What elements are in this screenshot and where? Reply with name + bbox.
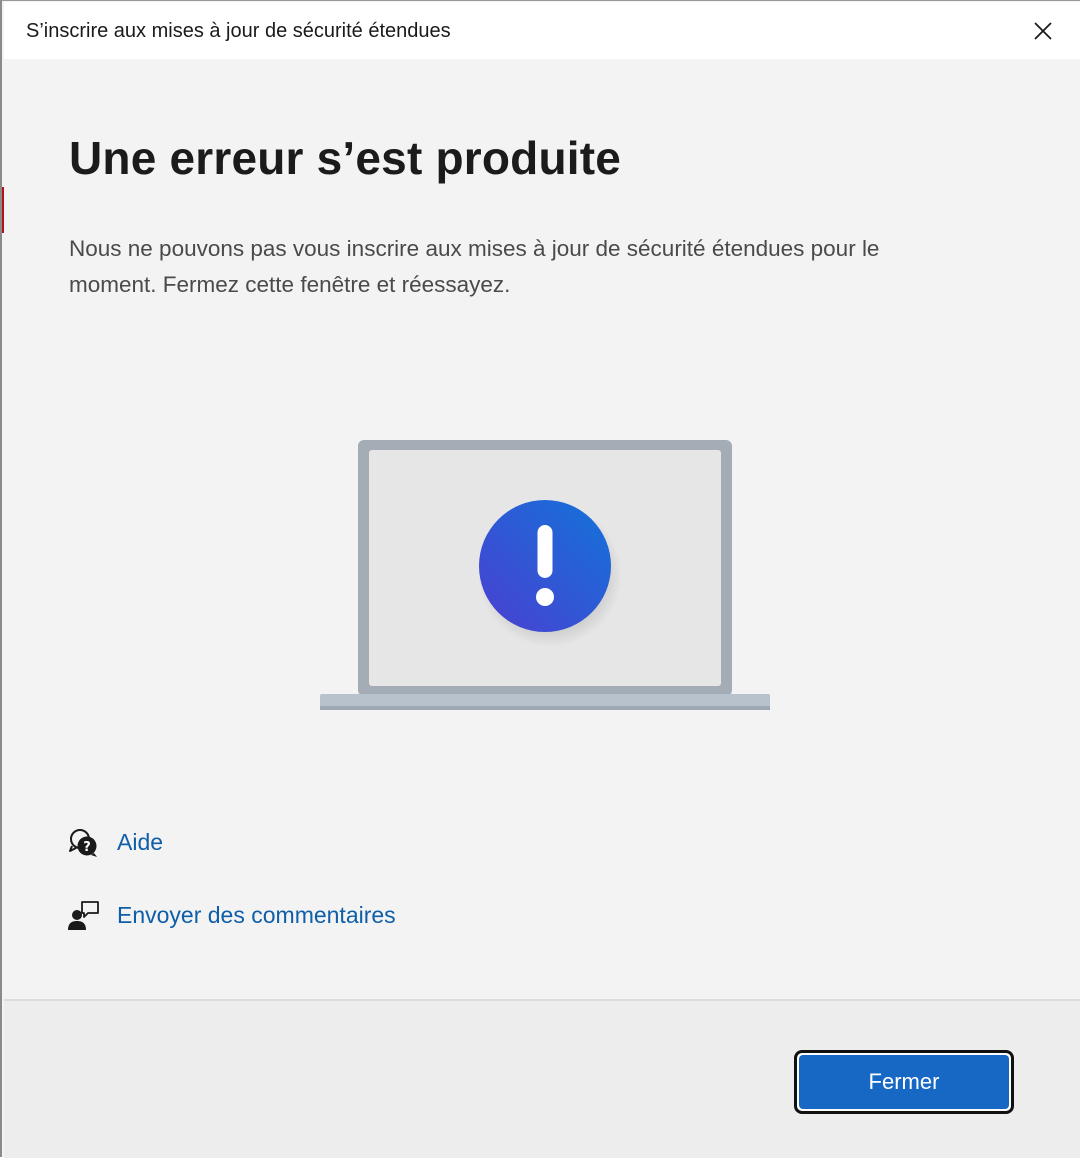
svg-text:?: ?	[83, 840, 91, 855]
close-button[interactable]: Fermer	[794, 1050, 1014, 1114]
page-title: Une erreur s’est produite	[69, 132, 622, 184]
window-title: S’inscrire aux mises à jour de sécurité …	[26, 20, 451, 42]
feedback-icon	[68, 901, 99, 930]
help-link[interactable]: ? Aide	[67, 825, 163, 859]
feedback-link[interactable]: Envoyer des commentaires	[67, 898, 396, 932]
help-icon: ?	[69, 829, 97, 857]
dialog-content: Une erreur s’est produite Nous ne pouvon…	[4, 59, 1080, 999]
dialog-window: S’inscrire aux mises à jour de sécurité …	[0, 0, 1080, 1158]
exclamation-icon	[479, 500, 611, 632]
error-description: Nous ne pouvons pas vous inscrire aux mi…	[69, 236, 880, 297]
title-bar: S’inscrire aux mises à jour de sécurité …	[4, 2, 1080, 59]
close-button-label: Fermer	[799, 1055, 1009, 1109]
dialog-footer: Fermer	[4, 999, 1080, 1158]
feedback-link-label: Envoyer des commentaires	[117, 901, 396, 928]
close-icon	[1034, 22, 1052, 40]
laptop-error-illustration	[320, 440, 770, 710]
close-window-button[interactable]	[1026, 14, 1060, 48]
help-link-label: Aide	[117, 828, 164, 855]
